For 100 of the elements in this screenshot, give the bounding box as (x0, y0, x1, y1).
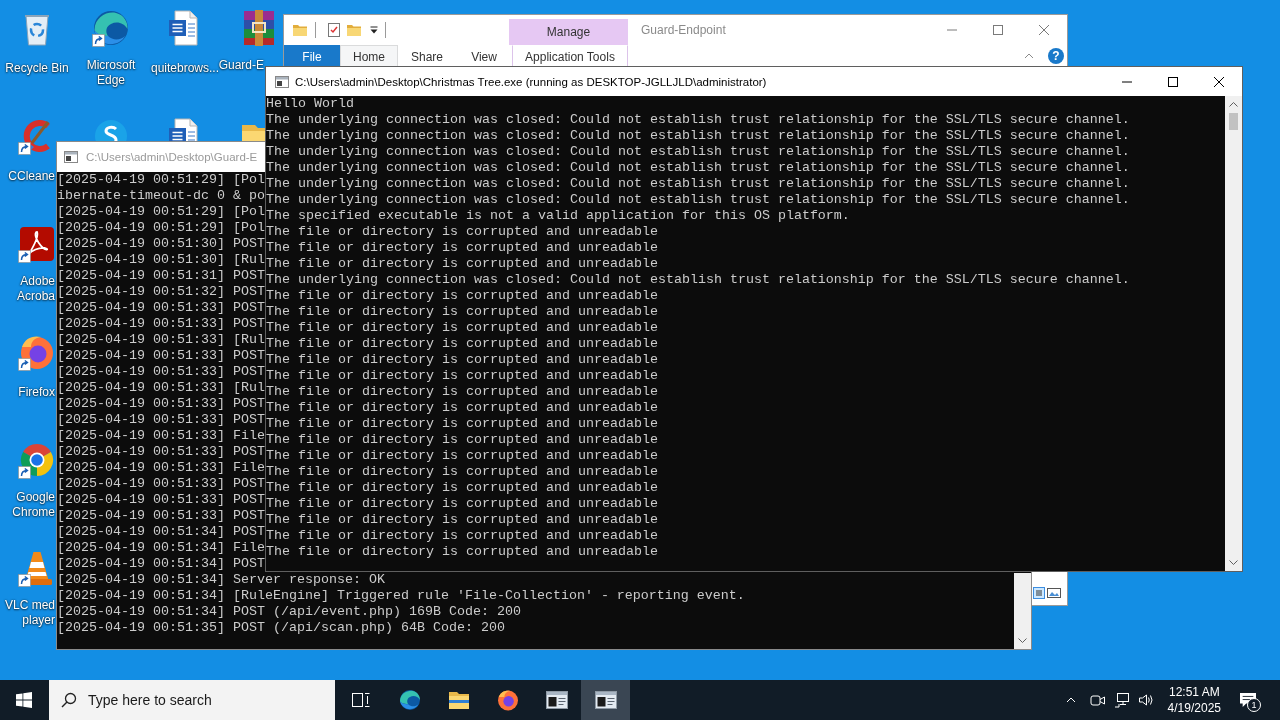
task-view-icon (350, 690, 371, 710)
console-line: The file or directory is corrupted and unreadable (266, 528, 658, 544)
start-icon (16, 692, 32, 708)
search-icon (61, 692, 77, 708)
ribbon-tab[interactable]: View (456, 45, 513, 67)
ring-logo-icon[interactable] (495, 688, 520, 712)
console-line: [2025-04-19 00:51:33] POST (57, 508, 265, 524)
desktop-icon-label[interactable]: Google Chrome (12, 490, 55, 520)
desktop-icon-label[interactable]: Firefox (18, 385, 55, 400)
console-line: The file or directory is corrupted and unreadable (266, 304, 658, 320)
console-line: [2025-04-19 00:51:33] File (57, 460, 265, 476)
desktop-icon-label[interactable]: Recycle Bin (5, 61, 69, 76)
maximize-icon (993, 25, 1003, 35)
taskbar-app-button[interactable] (581, 680, 630, 720)
console-line: [2025-04-19 00:51:34] POST (57, 524, 265, 540)
scrollbar-track[interactable] (1225, 96, 1242, 571)
console-line: [2025-04-19 00:51:31] POST (57, 268, 265, 284)
console-line: [2025-04-19 00:51:33] File (57, 428, 265, 444)
close-icon (1214, 76, 1224, 87)
desktop-icon-label[interactable]: Guard-E (218, 58, 264, 73)
console-line: The file or directory is corrupted and unreadable (266, 368, 658, 384)
console-line: [2025-04-19 00:51:29] [Pol (57, 204, 265, 220)
video-camera-icon[interactable] (1089, 692, 1106, 708)
console-line: The underlying connection was closed: Could not establish trust relationship for the SSL/TLS secure channel. (266, 128, 1130, 144)
console-line: The file or directory is corrupted and unreadable (266, 240, 658, 256)
console-line: The file or directory is corrupted and unreadable (266, 384, 658, 400)
details-view-icon[interactable] (1033, 587, 1045, 599)
console-line: [2025-04-19 00:51:34] POST (/api/event.php) 169B Code: 200 (57, 604, 521, 620)
console-line: [2025-04-19 00:51:34] POST (57, 556, 265, 572)
console-line: The file or directory is corrupted and unreadable (266, 464, 658, 480)
console-line: The file or directory is corrupted and unreadable (266, 432, 658, 448)
console-line: The file or directory is corrupted and unreadable (266, 416, 658, 432)
console-line: The underlying connection was closed: Could not establish trust relationship for the SSL/TLS secure channel. (266, 144, 1130, 160)
ribbon-tab[interactable]: Share (398, 45, 457, 67)
collapse-ribbon-icon[interactable] (1024, 53, 1034, 59)
chevron-up-icon[interactable] (1065, 697, 1076, 703)
window-title: C:\Users\admin\Desktop\Christmas Tree.exe (running as DESKTOP-JGLLJLD\administrator) (295, 75, 767, 88)
console-line: [2025-04-19 00:51:33] POST (57, 348, 265, 364)
console-line: The file or directory is corrupted and unreadable (266, 496, 658, 512)
help-button[interactable]: ? (1048, 48, 1064, 64)
ribbon-tab[interactable]: Home (340, 45, 398, 67)
window-title: Guard-Endpoint (641, 23, 726, 37)
console-line: [2025-04-19 00:51:33] POST (57, 300, 265, 316)
notification-count-badge: 1 (1247, 698, 1261, 712)
console-line: [2025-04-19 00:51:33] POST (57, 476, 265, 492)
console-line: The file or directory is corrupted and unreadable (266, 256, 658, 272)
checklist-icon[interactable] (326, 22, 342, 38)
desktop-icon-label[interactable]: Adobe Acroba (16, 274, 55, 304)
dropdown-caret-icon[interactable] (370, 26, 378, 34)
console-line: The file or directory is corrupted and unreadable (266, 512, 658, 528)
console-line: [2025-04-19 00:51:35] POST (/api/scan.php) 64B Code: 200 (57, 620, 505, 636)
console-line: [2025-04-19 00:51:33] POST (57, 444, 265, 460)
clock-button[interactable]: 12:51 AM 4/19/2025 (1161, 680, 1227, 720)
desktop-icon-label[interactable]: Microsoft Edge (86, 58, 136, 88)
console-line: [2025-04-19 00:51:33] POST (57, 396, 265, 412)
console-line: [2025-04-19 00:51:34] Server response: OK (57, 572, 385, 588)
swirl-logo-icon[interactable] (397, 688, 422, 712)
console-line: The specified executable is not a valid application for this OS platform. (266, 208, 850, 224)
search-field[interactable]: Type here to search (49, 680, 335, 720)
console-line: [2025-04-19 00:51:29] [Pol (57, 172, 265, 188)
console-window-icon[interactable] (544, 688, 569, 712)
notifications-button[interactable]: 1 (1231, 680, 1265, 720)
desktop-icon-label[interactable]: VLC med player (4, 598, 55, 628)
console-line: The file or directory is corrupted and unreadable (266, 400, 658, 416)
console-line: [2025-04-19 00:51:33] POST (57, 492, 265, 508)
console-line: [2025-04-19 00:51:33] POST (57, 364, 265, 380)
network-icon[interactable] (1113, 692, 1130, 708)
console-line: The underlying connection was closed: Could not establish trust relationship for the SSL/TLS secure channel. (266, 192, 1130, 208)
file-menu-tab[interactable]: File (284, 45, 340, 67)
console-line: ibernate-timeout-dc 0 & po (57, 188, 265, 204)
console-line: The file or directory is corrupted and unreadable (266, 480, 658, 496)
scrollbar-track[interactable] (1014, 573, 1031, 649)
console-line: [2025-04-19 00:51:30] [Rul (57, 252, 265, 268)
window-title: C:\Users\admin\Desktop\Guard-E (86, 151, 258, 163)
console-line: The file or directory is corrupted and unreadable (266, 544, 658, 560)
console-line: Hello World (266, 96, 354, 112)
console-line: [2025-04-19 00:51:29] [Pol (57, 220, 265, 236)
console-line: [2025-04-19 00:51:33] [Rul (57, 332, 265, 348)
console-line: [2025-04-19 00:51:32] POST (57, 284, 265, 300)
context-tab-header: Manage (509, 19, 628, 45)
console-line: [2025-04-19 00:51:34] File (57, 540, 265, 556)
volume-icon[interactable] (1137, 692, 1154, 708)
console-line: The underlying connection was closed: Could not establish trust relationship for the SSL/TLS secure channel. (266, 272, 1130, 288)
console-line: The underlying connection was closed: Could not establish trust relationship for the SSL/TLS secure channel. (266, 160, 1130, 176)
swirl-logo-icon[interactable] (91, 8, 131, 48)
console-window-icon (63, 149, 79, 165)
console-line: [2025-04-19 00:51:34] [RuleEngine] Triggered rule 'File-Collection' - reporting event. (57, 588, 745, 604)
maximize-icon (1168, 76, 1178, 87)
scrollbar-thumb[interactable] (1229, 113, 1238, 130)
console-line: The underlying connection was closed: Could not establish trust relationship for the SSL/TLS secure channel. (266, 112, 1130, 128)
large-icons-view-icon[interactable] (1047, 588, 1061, 598)
console-line: [2025-04-19 00:51:33] POST (57, 316, 265, 332)
console-window-icon[interactable] (593, 688, 618, 712)
desktop-icon-label[interactable]: quitebrows... (150, 61, 219, 76)
console-line: The underlying connection was closed: Could not establish trust relationship for the SSL/TLS secure channel. (266, 176, 1130, 192)
console-line: [2025-04-19 00:51:33] POST (57, 412, 265, 428)
console-line: The file or directory is corrupted and unreadable (266, 336, 658, 352)
desktop-icon-label[interactable]: CCleane (8, 169, 55, 184)
pdf-icon[interactable] (17, 224, 57, 264)
console-line: The file or directory is corrupted and unreadable (266, 448, 658, 464)
